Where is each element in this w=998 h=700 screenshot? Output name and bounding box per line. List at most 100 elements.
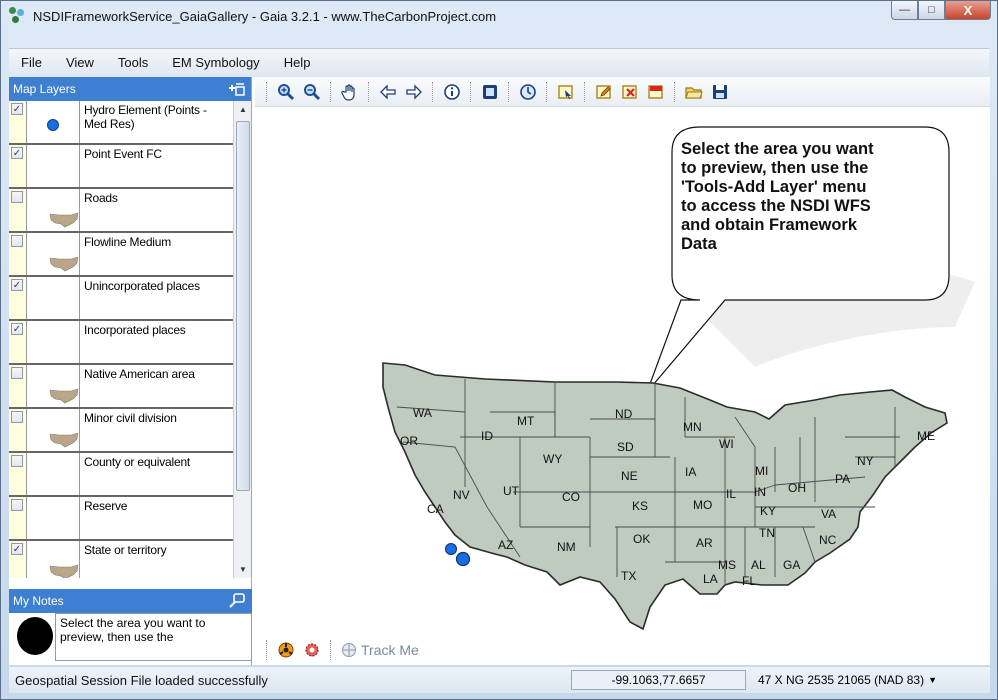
usa-thumbnail-icon [49, 256, 79, 272]
layer-visibility-checkbox[interactable] [11, 191, 23, 203]
status-message: Geospatial Session File loaded successfu… [15, 672, 268, 688]
menu-view[interactable]: View [54, 55, 106, 70]
toolbar-separator [470, 81, 472, 102]
my-notes-title: My Notes [13, 594, 64, 608]
open-folder-icon[interactable] [683, 81, 705, 103]
map-layers-title: Map Layers [13, 82, 76, 96]
save-disk-icon[interactable] [709, 81, 731, 103]
select-icon[interactable] [555, 81, 577, 103]
grid-dropdown-icon[interactable]: ▼ [928, 675, 937, 685]
usa-thumbnail-icon [49, 388, 79, 404]
delete-feature-icon[interactable] [619, 81, 641, 103]
map-toolbar [255, 77, 990, 107]
layer-checkbox-cell: ✓ [9, 145, 27, 187]
state-label-va: VA [821, 507, 836, 521]
layer-row[interactable]: Native American area [9, 365, 233, 409]
layer-visibility-checkbox[interactable] [11, 499, 23, 511]
close-button[interactable]: X [945, 1, 991, 20]
layer-checkbox-cell: ✓ [9, 277, 27, 319]
layer-row[interactable]: County or equivalent [9, 453, 233, 497]
layer-row[interactable]: Minor civil division [9, 409, 233, 453]
scroll-down-icon[interactable]: ▼ [234, 561, 252, 578]
maximize-button[interactable]: □ [918, 1, 945, 20]
layers-scrollbar[interactable]: ▲ ▼ [233, 101, 251, 578]
pan-hand-icon[interactable] [339, 81, 361, 103]
add-layer-icon[interactable] [227, 80, 245, 98]
note-text[interactable]: Select the area you want to preview, the… [55, 613, 252, 661]
state-label-ok: OK [633, 532, 650, 546]
info-icon[interactable] [441, 81, 463, 103]
state-label-mt: MT [517, 414, 535, 428]
menu-file[interactable]: File [9, 55, 54, 70]
state-label-sd: SD [617, 440, 634, 454]
state-label-nv: NV [453, 488, 470, 502]
menu-tools[interactable]: Tools [106, 55, 160, 70]
layer-visibility-checkbox[interactable]: ✓ [11, 103, 23, 115]
state-label-ms: MS [718, 558, 736, 572]
state-label-fl: FL [742, 574, 756, 588]
state-label-mi: MI [755, 464, 768, 478]
layer-row[interactable]: Flowline Medium [9, 233, 233, 277]
edit-attributes-icon[interactable] [645, 81, 667, 103]
scrollbar-thumb[interactable] [236, 121, 250, 491]
track-me-button[interactable]: Track Me [341, 642, 419, 658]
toolbar-separator [432, 81, 434, 102]
layer-row[interactable]: Roads [9, 189, 233, 233]
layer-name: Hydro Element (Points - Med Res) [84, 103, 207, 131]
map-canvas[interactable]: WA OR CA NV ID MT WY UT AZ CO NM ND SD N… [255, 107, 990, 635]
layer-visibility-checkbox[interactable] [11, 411, 23, 423]
add-note-icon[interactable] [228, 592, 246, 610]
menu-em-symbology[interactable]: EM Symbology [160, 55, 271, 70]
forward-arrow-icon[interactable] [403, 81, 425, 103]
state-label-oh: OH [788, 481, 806, 495]
app-logo-icon [9, 7, 27, 25]
layer-checkbox-cell [9, 497, 27, 539]
layer-row[interactable]: ✓ State or territory [9, 541, 233, 578]
layer-symbol [27, 365, 80, 407]
layer-row[interactable]: ✓ Hydro Element (Points - Med Res) [9, 101, 233, 145]
state-label-mn: MN [683, 420, 702, 434]
layer-visibility-checkbox[interactable]: ✓ [11, 147, 23, 159]
usa-thumbnail-icon [49, 212, 79, 228]
track-me-label: Track Me [361, 642, 419, 658]
refresh-icon[interactable] [517, 81, 539, 103]
status-bar: Geospatial Session File loaded successfu… [9, 667, 990, 693]
hydro-point-marker[interactable] [445, 543, 457, 555]
bottom-toolbar: Track Me [255, 635, 455, 665]
zoom-in-icon[interactable] [275, 81, 297, 103]
layer-name: Native American area [84, 367, 195, 381]
minimize-button[interactable]: — [891, 1, 918, 20]
back-arrow-icon[interactable] [377, 81, 399, 103]
scroll-up-icon[interactable]: ▲ [234, 101, 252, 118]
hydro-point-marker[interactable] [455, 551, 471, 567]
layer-visibility-checkbox[interactable] [11, 367, 23, 379]
layer-visibility-checkbox[interactable]: ✓ [11, 323, 23, 335]
callout-text: Select the area you want to preview, the… [681, 140, 874, 253]
state-label-ca: CA [427, 502, 444, 516]
menu-help[interactable]: Help [272, 55, 323, 70]
layer-checkbox-cell [9, 365, 27, 407]
layer-row[interactable]: ✓ Point Event FC [9, 145, 233, 189]
layer-name: Flowline Medium [84, 235, 172, 249]
zoom-out-icon[interactable] [301, 81, 323, 103]
state-label-id: ID [481, 429, 493, 443]
layer-visibility-checkbox[interactable]: ✓ [11, 543, 23, 555]
layer-row[interactable]: Reserve [9, 497, 233, 541]
menu-bar: File View Tools EM Symbology Help [9, 48, 989, 76]
state-label-ks: KS [632, 499, 648, 513]
edit-pencil-icon[interactable] [593, 81, 615, 103]
layer-name: Incorporated places [84, 323, 186, 337]
layer-symbol [27, 145, 80, 187]
settings-gear-icon[interactable] [301, 639, 323, 661]
layer-checkbox-cell [9, 453, 27, 495]
layer-visibility-checkbox[interactable] [11, 455, 23, 467]
layer-visibility-checkbox[interactable] [11, 235, 23, 247]
layer-visibility-checkbox[interactable]: ✓ [11, 279, 23, 291]
hazard-icon[interactable] [275, 639, 297, 661]
layer-row[interactable]: ✓ Unincorporated places [9, 277, 233, 321]
usa-thumbnail-icon [49, 432, 79, 448]
full-extent-icon[interactable] [479, 81, 501, 103]
layer-row[interactable]: ✓ Incorporated places [9, 321, 233, 365]
layer-checkbox-cell [9, 409, 27, 451]
toolbar-separator [368, 81, 370, 102]
